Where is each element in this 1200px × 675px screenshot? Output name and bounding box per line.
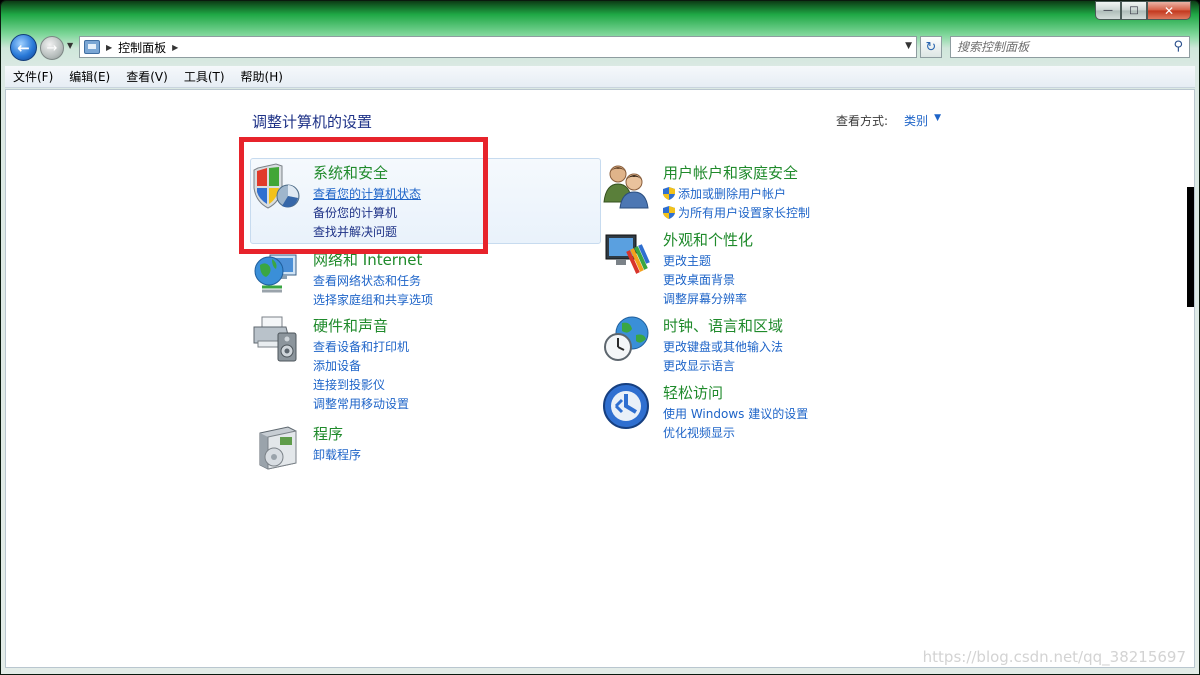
- view-by-label: 查看方式:: [836, 114, 889, 128]
- link-screen-resolution[interactable]: 调整屏幕分辨率: [663, 290, 747, 309]
- menu-help[interactable]: 帮助(H): [241, 68, 283, 85]
- forward-button[interactable]: →: [40, 36, 64, 60]
- link-add-device[interactable]: 添加设备: [313, 357, 409, 376]
- programs-box-icon: [259, 426, 297, 470]
- refresh-button[interactable]: ↻: [920, 36, 942, 58]
- category-title[interactable]: 轻松访问: [663, 382, 723, 403]
- link-uninstall-program[interactable]: 卸载程序: [313, 446, 361, 465]
- link-parental-controls[interactable]: 为所有用户设置家长控制: [663, 204, 810, 223]
- menu-edit[interactable]: 编辑(E): [69, 68, 110, 85]
- ease-of-access-icon: [603, 383, 649, 429]
- category-title[interactable]: 用户帐户和家庭安全: [663, 162, 798, 183]
- back-button[interactable]: ←: [10, 34, 37, 61]
- caption-buttons: — □ ✕: [1095, 1, 1191, 20]
- view-by: 查看方式: 类别 ▼: [836, 112, 941, 129]
- link-change-display-language[interactable]: 更改显示语言: [663, 357, 783, 376]
- uac-shield-icon: [663, 187, 675, 200]
- view-by-dropdown[interactable]: 类别: [904, 112, 928, 129]
- link-network-status[interactable]: 查看网络状态和任务: [313, 272, 433, 291]
- clock-globe-icon: [604, 316, 649, 361]
- address-dropdown-icon[interactable]: ▼: [905, 41, 912, 51]
- arrow-right-icon: →: [46, 40, 58, 56]
- content-pane: 调整计算机的设置 查看方式: 类别 ▼ 系统和安全 查看您的计算机状态 备份您的…: [5, 89, 1195, 668]
- menu-bar: 文件(F) 编辑(E) 查看(V) 工具(T) 帮助(H): [5, 66, 1195, 88]
- search-icon[interactable]: ⚲: [1173, 39, 1183, 54]
- arrow-left-icon: ←: [17, 38, 30, 57]
- breadcrumb-chevron-icon[interactable]: ▶: [106, 43, 112, 52]
- menu-view[interactable]: 查看(V): [126, 68, 168, 85]
- search-input[interactable]: [957, 40, 1167, 54]
- dropdown-caret-icon[interactable]: ▼: [934, 113, 941, 130]
- chevron-down-icon: ▼: [67, 41, 74, 50]
- link-devices-printers[interactable]: 查看设备和打印机: [313, 338, 409, 357]
- link-homegroup-sharing[interactable]: 选择家庭组和共享选项: [313, 291, 433, 310]
- link-change-input-method[interactable]: 更改键盘或其他输入法: [663, 338, 783, 357]
- menu-file[interactable]: 文件(F): [13, 68, 53, 85]
- link-connect-projector[interactable]: 连接到投影仪: [313, 376, 409, 395]
- category-title[interactable]: 外观和个性化: [663, 229, 753, 250]
- control-panel-window: — □ ✕ ← → ▼ ▶ 控制面板 ▶ ▼ ↻ ⚲ 文件(F) 编辑(E) 查…: [0, 0, 1200, 675]
- page-title: 调整计算机的设置: [252, 113, 373, 131]
- scrollbar[interactable]: [1187, 187, 1194, 307]
- recent-pages-button[interactable]: ▼: [67, 41, 73, 50]
- search-box[interactable]: ⚲: [950, 36, 1190, 58]
- link-optimize-visual-display[interactable]: 优化视频显示: [663, 424, 808, 443]
- users-icon: [603, 165, 649, 209]
- category-title[interactable]: 硬件和声音: [313, 315, 388, 336]
- red-highlight-annotation: [239, 137, 488, 254]
- menu-tools[interactable]: 工具(T): [184, 68, 225, 85]
- link-windows-suggested-settings[interactable]: 使用 Windows 建议的设置: [663, 405, 808, 424]
- close-button[interactable]: ✕: [1147, 1, 1191, 20]
- breadcrumb-chevron-icon[interactable]: ▶: [172, 43, 178, 52]
- uac-shield-icon: [663, 206, 675, 219]
- maximize-button[interactable]: □: [1121, 1, 1147, 20]
- breadcrumb-control-panel[interactable]: 控制面板: [118, 39, 166, 56]
- link-mobility-settings[interactable]: 调整常用移动设置: [313, 395, 409, 414]
- printer-speaker-icon: [253, 316, 297, 362]
- network-globe-icon: [254, 254, 297, 293]
- navigation-bar: ← → ▼ ▶ 控制面板 ▶ ▼ ↻ ⚲: [1, 32, 1200, 62]
- link-add-remove-accounts[interactable]: 添加或删除用户帐户: [663, 185, 810, 204]
- control-panel-icon: [84, 40, 100, 54]
- watermark: https://blog.csdn.net/qq_38215697: [922, 648, 1186, 666]
- link-change-theme[interactable]: 更改主题: [663, 252, 747, 271]
- link-desktop-background[interactable]: 更改桌面背景: [663, 271, 747, 290]
- appearance-monitor-icon: [605, 234, 650, 274]
- category-title[interactable]: 时钟、语言和区域: [663, 315, 783, 336]
- address-bar[interactable]: ▶ 控制面板 ▶ ▼: [79, 36, 917, 58]
- minimize-button[interactable]: —: [1095, 1, 1121, 20]
- refresh-icon: ↻: [925, 39, 937, 55]
- category-title[interactable]: 程序: [313, 423, 343, 444]
